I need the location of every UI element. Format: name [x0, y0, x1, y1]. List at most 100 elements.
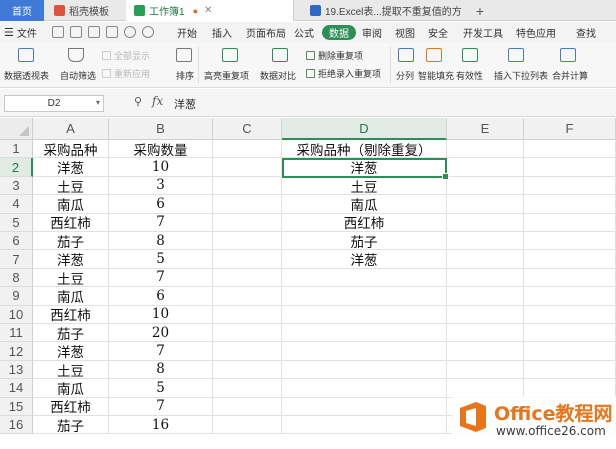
- cell-b8[interactable]: 7: [109, 268, 213, 288]
- cell-c1[interactable]: [213, 140, 282, 159]
- cell-e4[interactable]: [447, 195, 524, 214]
- cell-c7[interactable]: [213, 250, 282, 269]
- cell-e6[interactable]: [447, 232, 524, 251]
- row-header-10[interactable]: 10: [0, 305, 33, 324]
- cell-e7[interactable]: [447, 250, 524, 269]
- cell-b16[interactable]: 16: [109, 416, 213, 435]
- cell-f9[interactable]: [524, 287, 616, 306]
- cell-d1[interactable]: 采购品种（剔除重复）: [282, 140, 447, 159]
- cell-b14[interactable]: 5: [109, 379, 213, 398]
- cell-b13[interactable]: 8: [109, 360, 213, 380]
- cell-e8[interactable]: [447, 268, 524, 288]
- split-column-button[interactable]: 分列: [396, 69, 414, 82]
- tab-home[interactable]: 首页: [0, 0, 44, 21]
- cell-a5[interactable]: 西红柿: [33, 213, 109, 232]
- cell-f2[interactable]: [524, 158, 616, 177]
- cell-d5[interactable]: 西红柿: [282, 213, 447, 232]
- cell-a1[interactable]: 采购品种: [33, 140, 109, 159]
- cell-d7[interactable]: 洋葱: [282, 250, 447, 269]
- insert-dropdown-button[interactable]: 插入下拉列表: [494, 69, 548, 82]
- cell-f7[interactable]: [524, 250, 616, 269]
- autofilter-button[interactable]: 自动筛选: [60, 69, 96, 82]
- reject-duplicates-button[interactable]: 拒绝录入重复项: [306, 67, 381, 80]
- cell-f8[interactable]: [524, 268, 616, 288]
- column-header-a[interactable]: A: [33, 118, 109, 140]
- column-header-b[interactable]: B: [109, 118, 213, 140]
- row-header-7[interactable]: 7: [0, 250, 33, 269]
- row-header-16[interactable]: 16: [0, 416, 33, 435]
- cell-a2[interactable]: 洋葱: [33, 158, 109, 177]
- cell-d10[interactable]: [282, 305, 447, 324]
- cell-b15[interactable]: 7: [109, 397, 213, 416]
- row-header-14[interactable]: 14: [0, 379, 33, 398]
- cell-c12[interactable]: [213, 342, 282, 361]
- cell-d8[interactable]: [282, 268, 447, 288]
- cell-c14[interactable]: [213, 379, 282, 398]
- menu-item[interactable]: 数据: [322, 25, 356, 40]
- row-header-11[interactable]: 11: [0, 324, 33, 343]
- cell-a3[interactable]: 土豆: [33, 176, 109, 196]
- formula-input[interactable]: 洋葱: [170, 95, 610, 112]
- menu-item[interactable]: 公式: [294, 22, 314, 43]
- cell-e11[interactable]: [447, 324, 524, 343]
- menu-item[interactable]: 开始: [177, 22, 197, 43]
- cell-a12[interactable]: 洋葱: [33, 342, 109, 361]
- cell-c6[interactable]: [213, 232, 282, 251]
- menu-item[interactable]: 安全: [428, 22, 448, 43]
- cell-f11[interactable]: [524, 324, 616, 343]
- row-header-13[interactable]: 13: [0, 360, 33, 380]
- column-header-f[interactable]: F: [524, 118, 616, 140]
- cell-b10[interactable]: 10: [109, 305, 213, 324]
- tab-document[interactable]: 19.Excel表...提取不重复值的方法: [302, 0, 462, 21]
- export-pdf-icon[interactable]: [70, 26, 82, 38]
- row-header-3[interactable]: 3: [0, 176, 33, 196]
- remove-duplicates-button[interactable]: 删除重复项: [306, 49, 363, 62]
- cell-b2[interactable]: 10: [109, 158, 213, 177]
- tab-template[interactable]: 稻壳模板: [46, 0, 126, 21]
- cell-d16[interactable]: [282, 416, 447, 435]
- cell-d12[interactable]: [282, 342, 447, 361]
- validity-button[interactable]: 有效性: [456, 69, 483, 82]
- cell-f1[interactable]: [524, 140, 616, 159]
- row-header-15[interactable]: 15: [0, 397, 33, 416]
- sort-button[interactable]: 排序: [176, 69, 194, 82]
- cell-a16[interactable]: 茄子: [33, 416, 109, 435]
- cell-a4[interactable]: 南瓜: [33, 195, 109, 214]
- cell-f12[interactable]: [524, 342, 616, 361]
- cell-f5[interactable]: [524, 213, 616, 232]
- cell-a14[interactable]: 南瓜: [33, 379, 109, 398]
- print-icon[interactable]: [88, 26, 100, 38]
- cell-d11[interactable]: [282, 324, 447, 343]
- cell-d13[interactable]: [282, 360, 447, 380]
- row-header-6[interactable]: 6: [0, 232, 33, 251]
- cell-d3[interactable]: 土豆: [282, 176, 447, 196]
- row-header-9[interactable]: 9: [0, 287, 33, 306]
- cell-a7[interactable]: 洋葱: [33, 250, 109, 269]
- cell-b12[interactable]: 7: [109, 342, 213, 361]
- cell-a10[interactable]: 西红柿: [33, 305, 109, 324]
- cell-b4[interactable]: 6: [109, 195, 213, 214]
- zoom-search-icon[interactable]: ⚲: [134, 95, 142, 108]
- redo-icon[interactable]: [142, 26, 154, 38]
- menu-item[interactable]: 开发工具: [463, 22, 503, 43]
- row-header-8[interactable]: 8: [0, 268, 33, 288]
- name-box[interactable]: D2 ▾: [4, 95, 104, 112]
- cell-c5[interactable]: [213, 213, 282, 232]
- column-header-e[interactable]: E: [447, 118, 524, 140]
- row-header-4[interactable]: 4: [0, 195, 33, 214]
- cell-a11[interactable]: 茄子: [33, 324, 109, 343]
- cell-b5[interactable]: 7: [109, 213, 213, 232]
- cell-c15[interactable]: [213, 397, 282, 416]
- menu-item[interactable]: 插入: [212, 22, 232, 43]
- cell-e2[interactable]: [447, 158, 524, 177]
- cell-a6[interactable]: 茄子: [33, 232, 109, 251]
- cell-a8[interactable]: 土豆: [33, 268, 109, 288]
- cell-d15[interactable]: [282, 397, 447, 416]
- row-header-12[interactable]: 12: [0, 342, 33, 361]
- cell-b3[interactable]: 3: [109, 176, 213, 196]
- highlight-duplicates-button[interactable]: 高亮重复项: [204, 69, 249, 82]
- row-header-2[interactable]: 2: [0, 158, 33, 177]
- file-menu[interactable]: ☰ 文件: [4, 22, 37, 43]
- cell-b9[interactable]: 6: [109, 287, 213, 306]
- cell-f6[interactable]: [524, 232, 616, 251]
